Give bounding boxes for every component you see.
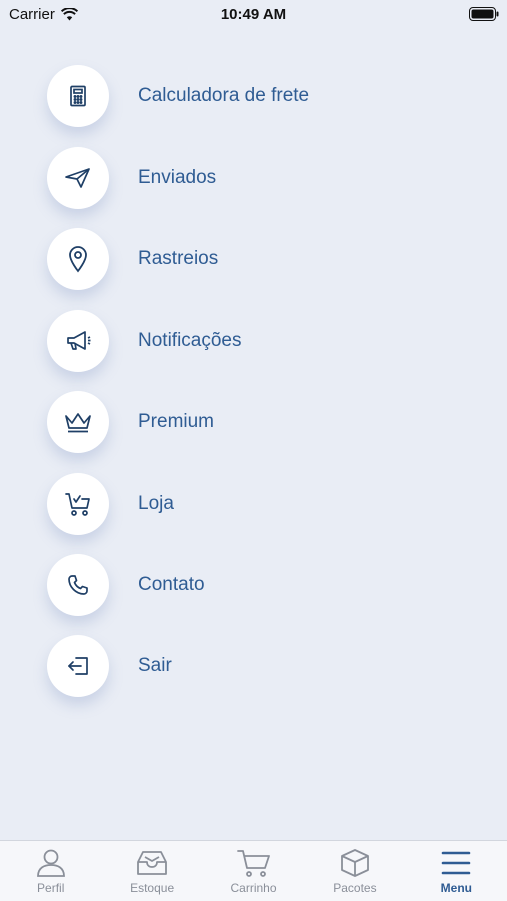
tab-label: Estoque <box>130 881 175 895</box>
menu-icon-circle <box>47 635 109 697</box>
tab-pacotes[interactable]: Pacotes <box>304 841 405 901</box>
menu-item-label: Sair <box>138 655 172 676</box>
paper-plane-icon <box>65 168 90 188</box>
calculator-icon <box>70 85 86 107</box>
battery-icon <box>469 7 499 21</box>
menu-item-contato[interactable]: Contato <box>47 554 205 616</box>
menu-icon-circle <box>47 391 109 453</box>
status-bar: Carrier 10:49 AM <box>0 0 507 28</box>
tab-carrinho[interactable]: Carrinho <box>203 841 304 901</box>
menu-icon-circle <box>47 147 109 209</box>
tab-label: Perfil <box>37 881 65 895</box>
menu-item-label: Loja <box>138 493 174 514</box>
tab-label: Carrinho <box>230 881 277 895</box>
megaphone-icon <box>67 331 91 350</box>
tab-bar: Perfil Estoque Carrinho Pacotes Menu <box>0 840 507 901</box>
tab-perfil[interactable]: Perfil <box>0 841 101 901</box>
inbox-tray-icon <box>137 851 168 875</box>
logout-icon <box>68 657 88 675</box>
user-icon <box>36 849 65 877</box>
tab-label: Pacotes <box>333 881 377 895</box>
crown-icon <box>65 413 91 433</box>
menu-item-label: Calculadora de frete <box>138 85 310 106</box>
package-box-icon <box>341 849 369 877</box>
menu-item-notificacoes[interactable]: Notificações <box>47 310 242 372</box>
menu-item-premium[interactable]: Premium <box>47 391 214 453</box>
phone-icon <box>68 575 88 595</box>
menu-item-label: Rastreios <box>138 248 219 269</box>
menu-item-calculadora-de-frete[interactable]: Calculadora de frete <box>47 65 309 127</box>
menu-item-sair[interactable]: Sair <box>47 635 172 697</box>
status-time: 10:49 AM <box>220 6 287 23</box>
location-pin-icon <box>69 246 87 273</box>
menu-icon-circle <box>47 554 109 616</box>
menu-item-label: Enviados <box>138 167 217 188</box>
menu-icon-circle <box>47 65 109 127</box>
menu-item-enviados[interactable]: Enviados <box>47 147 216 209</box>
shopping-cart-check-icon <box>65 493 90 516</box>
menu-item-label: Notificações <box>138 330 242 351</box>
menu-item-rastreios[interactable]: Rastreios <box>47 228 218 290</box>
menu-icon-circle <box>47 310 109 372</box>
menu-item-label: Contato <box>138 574 205 595</box>
tab-label: Menu <box>440 881 472 895</box>
tab-menu[interactable]: Menu <box>406 841 507 901</box>
menu-icon-circle <box>47 473 109 535</box>
menu-icon-circle <box>47 228 109 290</box>
menu-item-loja[interactable]: Loja <box>47 473 174 535</box>
hamburger-menu-icon <box>442 851 471 875</box>
cart-icon <box>236 850 270 877</box>
tab-estoque[interactable]: Estoque <box>101 841 202 901</box>
menu-item-label: Premium <box>138 411 215 432</box>
